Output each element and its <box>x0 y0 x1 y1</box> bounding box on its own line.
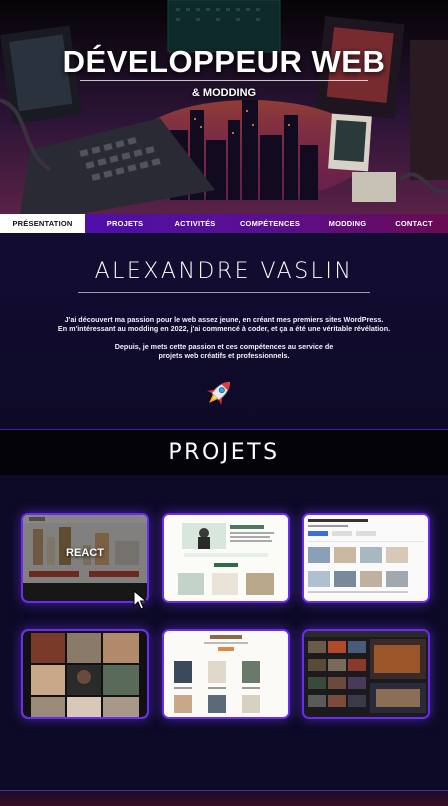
hero-title: DÉVELOPPEUR WEB <box>62 44 386 79</box>
nav-item-contact[interactable]: CONTACT <box>380 214 448 233</box>
nav-item-modding[interactable]: MODDING <box>315 214 380 233</box>
project-card-react[interactable]: REACT <box>21 513 149 603</box>
project-card-react-label: REACT <box>66 547 104 559</box>
project-card-photo-gallery[interactable] <box>21 629 149 719</box>
nav-item-competences[interactable]: COMPÉTENCES <box>225 214 315 233</box>
project-thumbnail <box>164 515 288 601</box>
hero-banner: DÉVELOPPEUR WEB & MODDING <box>0 0 448 214</box>
nav-item-presentation[interactable]: PRÉSENTATION <box>0 214 85 233</box>
project-thumbnail <box>164 631 288 717</box>
projects-header-band: PROJETS <box>0 429 448 476</box>
nav-item-activites[interactable]: ACTIVITÉS <box>165 214 225 233</box>
hero-illustration <box>0 0 448 214</box>
author-name-underline <box>78 292 370 293</box>
hero-subtitle: & MODDING <box>191 87 257 99</box>
about-section: ALEXANDRE VASLIN J'ai découvert ma passi… <box>0 233 448 429</box>
project-card-ceramics-shop[interactable] <box>162 629 290 719</box>
mouse-cursor-icon <box>133 590 147 610</box>
about-paragraph-1-line-2: En m'intéressant au modding en 2022, j'a… <box>57 324 391 333</box>
project-thumbnail <box>23 631 147 717</box>
hero-title-underline <box>80 80 368 81</box>
project-thumbnail <box>304 631 428 717</box>
main-nav: PRÉSENTATION PROJETS ACTIVITÉS COMPÉTENC… <box>0 214 448 233</box>
nav-item-projets[interactable]: PROJETS <box>85 214 165 233</box>
about-paragraph-2-line-2: projets web créatifs et professionnels. <box>158 351 290 360</box>
project-card-real-estate[interactable] <box>302 513 430 603</box>
author-name: ALEXANDRE VASLIN <box>94 259 354 284</box>
projects-title: PROJETS <box>168 440 280 465</box>
project-thumbnail <box>304 515 428 601</box>
project-card-portfolio-green[interactable] <box>162 513 290 603</box>
project-card-gaming-dark[interactable] <box>302 629 430 719</box>
rocket-icon <box>206 381 231 406</box>
footer-strip <box>0 790 448 806</box>
